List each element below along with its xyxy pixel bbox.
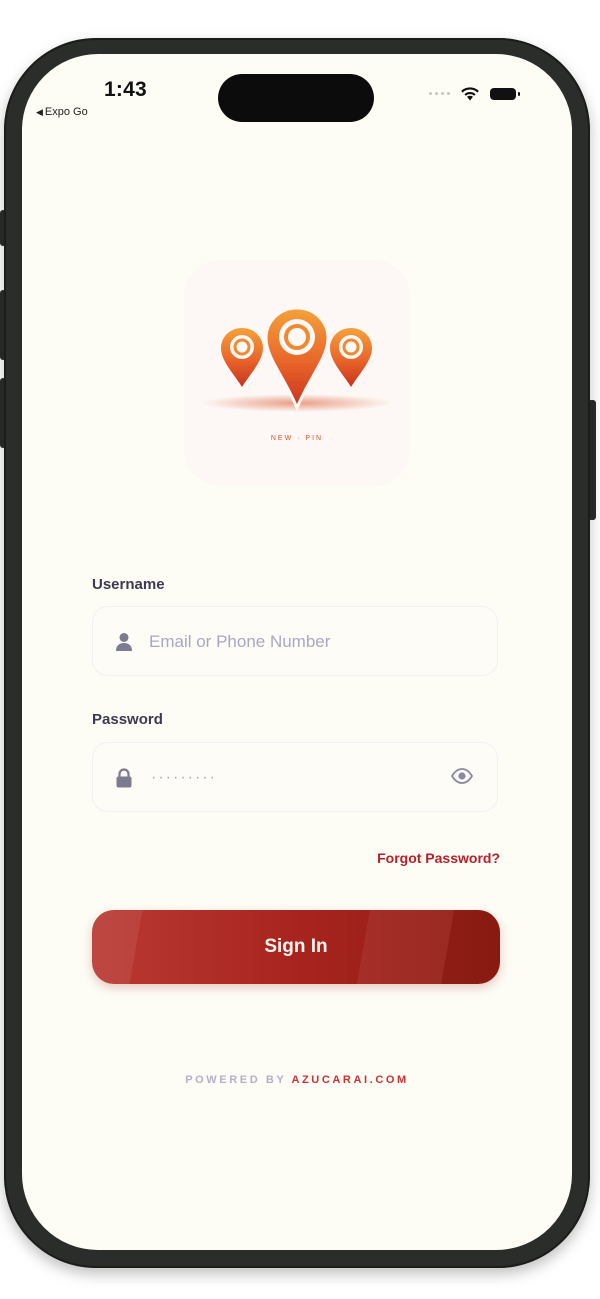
username-label: Username [92,576,165,593]
user-icon [116,633,132,651]
username-field[interactable] [92,606,498,676]
status-icons [429,86,520,101]
powered-by-prefix: POWERED BY [185,1074,292,1086]
signal-dots-icon [429,92,450,95]
powered-by: POWERED BY AZUCARAI.COM [22,1074,572,1086]
phone-screen: 1:43 ◀ Expo Go NEW · PIN Username Email … [22,54,572,1250]
back-caret-icon: ◀ [36,106,43,117]
status-time: 1:43 [104,78,147,101]
battery-icon [490,87,520,100]
back-to-app-link[interactable]: ◀ Expo Go [36,106,88,118]
sign-in-button[interactable]: Sign In [92,910,500,984]
forgot-password-link[interactable]: Forgot Password? [377,850,500,866]
lock-icon [116,768,132,788]
password-field[interactable]: ········· [92,742,498,812]
password-input[interactable]: ········· [151,769,217,787]
powered-by-brand[interactable]: AZUCARAI.COM [291,1074,408,1086]
eye-icon[interactable] [451,768,473,784]
password-label: Password [92,711,163,728]
location-pins-icon: NEW · PIN [201,306,393,442]
logo-caption: NEW · PIN [271,435,323,442]
app-logo: NEW · PIN [184,260,410,486]
dynamic-island [218,74,374,122]
wifi-icon [461,87,479,101]
username-input[interactable] [149,625,449,659]
back-app-label: Expo Go [44,106,88,118]
stage: 1:43 ◀ Expo Go NEW · PIN Username Email … [0,0,600,1299]
